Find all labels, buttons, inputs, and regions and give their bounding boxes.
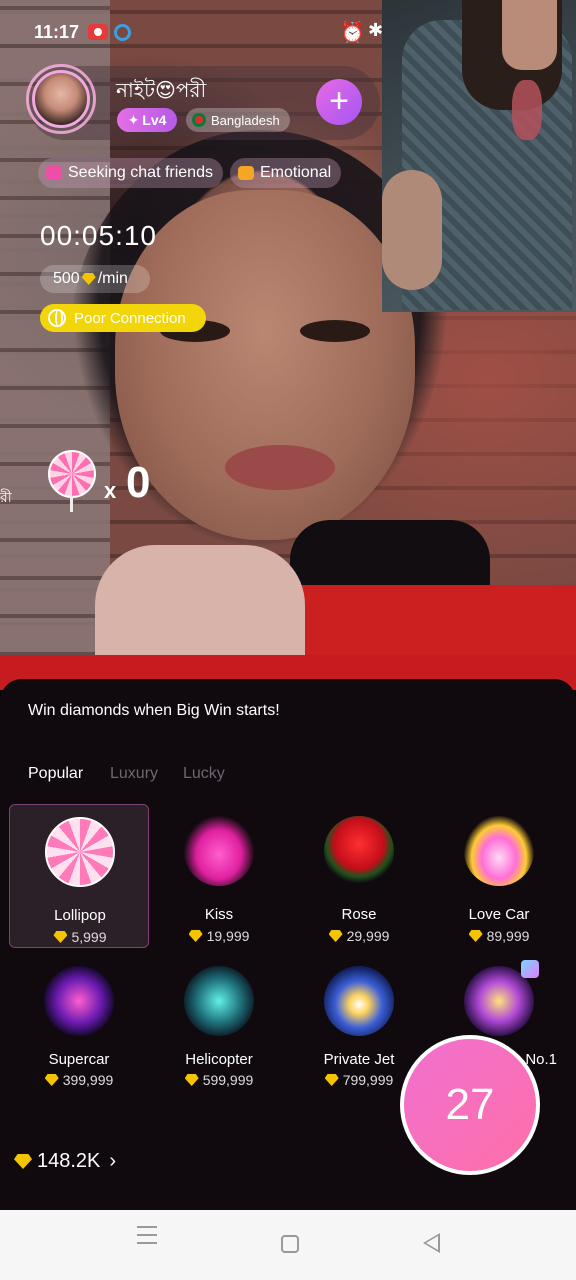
pip-skin (502, 0, 557, 70)
lollipop-stick (70, 496, 73, 512)
gift-count: 0 (126, 458, 151, 507)
gift-lollipop[interactable]: Lollipop 5,999 (9, 804, 149, 948)
gift-name: Lollipop (54, 907, 106, 924)
tab-popular[interactable]: Popular (28, 765, 83, 783)
gift-name: Kiss (204, 906, 234, 923)
tag-emotional: Emotional (230, 158, 342, 188)
globe-icon (48, 309, 66, 327)
avatar[interactable] (32, 70, 90, 128)
gift-price-value: 799,999 (342, 1072, 394, 1088)
gift-price: 89,999 (429, 928, 569, 944)
gift-name: Supercar (48, 1051, 110, 1068)
connection-status-badge: Poor Connection (40, 304, 206, 332)
diamond-icon (184, 1074, 199, 1086)
diamond-icon (81, 273, 96, 285)
screen-record-icon (88, 24, 108, 40)
call-timer: 00:05:10 (40, 220, 157, 251)
gift-price: 399,999 (9, 1072, 149, 1088)
sparkle-icon: ✦ (127, 111, 140, 128)
menu-icon[interactable] (137, 1226, 157, 1246)
rate-amount: 500 (53, 270, 80, 287)
gift-counter: x 0 (48, 450, 158, 512)
tag-label: Emotional (260, 164, 332, 181)
level-badge: ✦ Lv4 (117, 108, 177, 132)
diamond-balance[interactable]: 148.2K › (14, 1150, 116, 1173)
gift-price-value: 399,999 (62, 1072, 114, 1088)
lollipop-icon (48, 450, 96, 498)
love-car-icon (464, 816, 534, 886)
gift-helicopter[interactable]: Helicopter 599,999 (149, 958, 289, 1102)
bluetooth-icon: ✱ (368, 20, 384, 40)
tag-seeking-chat-friends: Seeking chat friends (38, 158, 223, 188)
sync-icon (114, 24, 131, 41)
tag-label: Seeking chat friends (68, 164, 213, 181)
status-time: 11:17 (34, 22, 80, 42)
diamond-icon (328, 930, 343, 942)
video-lips (225, 445, 335, 490)
home-icon[interactable] (281, 1235, 299, 1253)
gift-name: Helicopter (185, 1051, 253, 1068)
balance-value: 148.2K (37, 1150, 101, 1172)
diamond-icon (324, 1074, 339, 1086)
connection-status-label: Poor Connection (74, 309, 186, 327)
gift-price: 5,999 (10, 929, 150, 945)
diamond-icon (468, 930, 483, 942)
gift-supercar[interactable]: Supercar 399,999 (9, 958, 149, 1102)
gift-price-value: 599,999 (202, 1072, 254, 1088)
follow-button[interactable]: + (316, 79, 362, 125)
panel-title: Win diamonds when Big Win starts! (28, 702, 280, 719)
tab-luxury[interactable]: Luxury (110, 765, 158, 783)
diamond-icon (14, 1154, 32, 1169)
pip-arm (382, 170, 442, 290)
gift-kiss[interactable]: Kiss 19,999 (149, 804, 289, 948)
gift-price-value: 19,999 (206, 928, 250, 944)
emotion-icon (238, 166, 254, 180)
gift-rose[interactable]: Rose 29,999 (289, 804, 429, 948)
alarm-icon: ⏰ (340, 22, 365, 44)
profile-name: নাইট😍পরী (116, 80, 207, 102)
multiply-sign: x (104, 478, 117, 503)
local-video-pip[interactable] (382, 0, 576, 312)
gift-price-value: 89,999 (486, 928, 530, 944)
new-badge-icon (521, 960, 539, 978)
supercar-icon (44, 966, 114, 1036)
level-label: Lv4 (142, 112, 167, 128)
lollipop-icon (45, 817, 115, 887)
chevron-right-icon: › (109, 1150, 117, 1172)
tab-lucky[interactable]: Lucky (183, 765, 225, 783)
send-count: 27 (445, 1080, 495, 1129)
country-badge: Bangladesh (186, 108, 290, 132)
country-label: Bangladesh (211, 112, 280, 128)
private-jet-icon (324, 966, 394, 1036)
rate-unit: /min (97, 270, 128, 287)
plus-icon: + (329, 82, 349, 120)
gift-name: Rose (341, 906, 377, 923)
gift-love-car[interactable]: Love Car 89,999 (429, 804, 569, 948)
rose-icon (324, 816, 394, 886)
bangladesh-flag-icon (192, 113, 206, 127)
gift-price-value: 5,999 (71, 929, 107, 945)
send-gift-button[interactable]: 27 (400, 1035, 540, 1175)
gift-price: 29,999 (289, 928, 429, 944)
gift-name: Private Jet (323, 1051, 395, 1068)
pip-embroidery (512, 80, 542, 140)
edge-text: রী (0, 489, 12, 505)
diamond-icon (188, 930, 203, 942)
chat-icon (46, 166, 62, 180)
video-eye-right (300, 320, 370, 342)
back-icon[interactable] (423, 1233, 440, 1253)
rate-pill: 500 /min (40, 265, 150, 293)
helicopter-icon (184, 966, 254, 1036)
gift-price-value: 29,999 (346, 928, 390, 944)
diamond-icon (44, 1074, 59, 1086)
kiss-lips-icon (184, 816, 254, 886)
diamond-icon (53, 931, 68, 943)
gift-name: Love Car (468, 906, 530, 923)
gift-price: 19,999 (149, 928, 289, 944)
gift-price: 599,999 (149, 1072, 289, 1088)
